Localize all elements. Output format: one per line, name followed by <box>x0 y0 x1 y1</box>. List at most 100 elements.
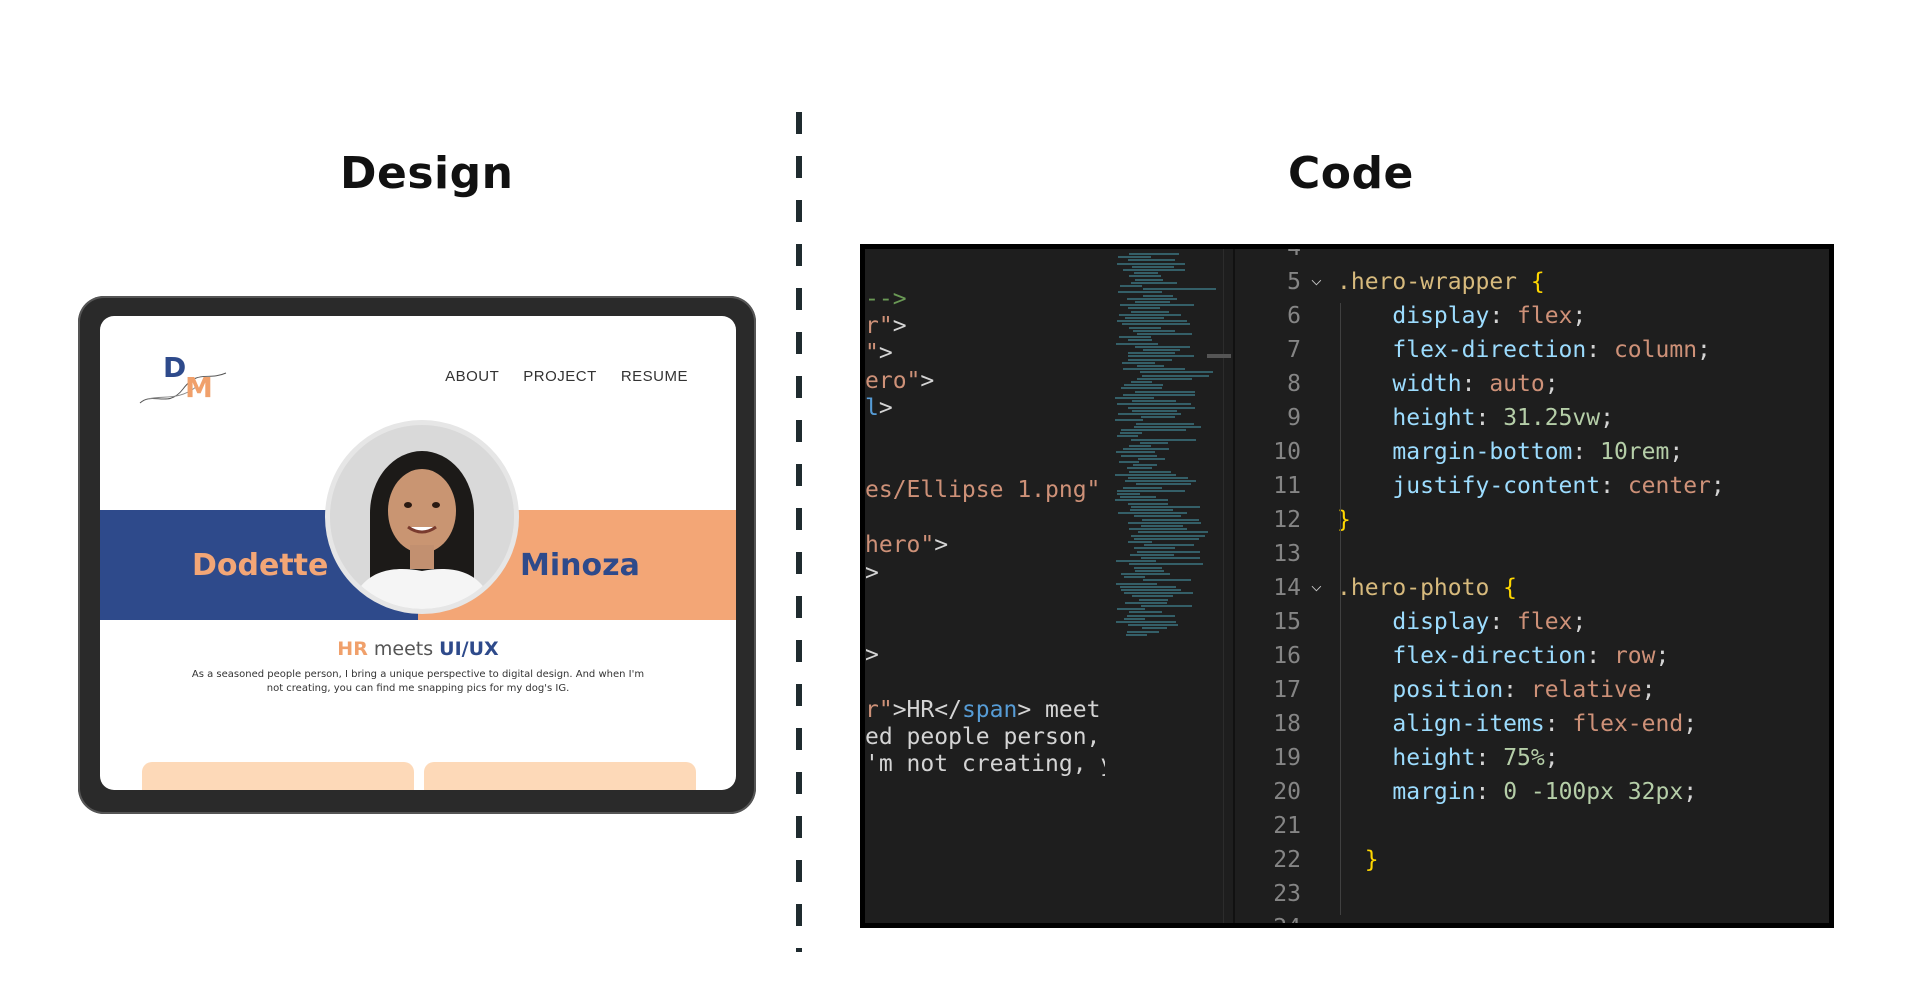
design-heading: Design <box>340 148 514 199</box>
profile-photo <box>325 420 519 614</box>
code-token: display <box>1337 303 1490 329</box>
code-token: > <box>878 395 893 421</box>
html-editor-pane[interactable]: --> r"> "> ero"> l> es/Ellipse 1.png" hero"> > >… <box>865 249 1105 923</box>
minimap-line <box>1143 349 1180 351</box>
code-token: flex-direction <box>1337 643 1587 669</box>
minimap-line <box>1135 390 1195 393</box>
minimap-line <box>1137 550 1200 553</box>
dm-logo[interactable]: D M <box>138 351 228 411</box>
minimap-line <box>1118 512 1187 515</box>
line-number: 22 <box>1273 847 1301 873</box>
logo-letter-m: M <box>185 371 213 404</box>
code-text: height: 31.25vw; <box>1337 405 1614 431</box>
code-token: > <box>865 560 879 586</box>
minimap-line <box>1129 275 1161 278</box>
code-token: ; <box>1572 609 1587 635</box>
line-number: 16 <box>1273 643 1301 669</box>
minimap-line <box>1142 627 1167 630</box>
code-token: : <box>1586 337 1614 363</box>
code-token: column <box>1613 337 1698 363</box>
html-code-line[interactable]: ero"> <box>865 368 934 394</box>
code-text: .hero-wrapper { <box>1337 269 1545 295</box>
code-heading: Code <box>1288 148 1414 199</box>
minimap-line <box>1128 541 1152 543</box>
minimap-line <box>1115 499 1168 502</box>
code-token: 10rem <box>1600 439 1670 465</box>
minimap-line <box>1128 502 1168 505</box>
minimap-line <box>1129 528 1187 531</box>
code-token: ; <box>1572 303 1587 329</box>
code-token: ; <box>1655 643 1670 669</box>
html-code-line[interactable]: ed people person, <box>865 724 1100 750</box>
pane-divider[interactable] <box>1233 249 1235 923</box>
fold-chevron-icon[interactable]: ⌵ <box>1311 575 1322 596</box>
code-token: : <box>1475 745 1504 771</box>
portrait-illustration <box>330 425 514 609</box>
nav-project[interactable]: PROJECT <box>523 368 597 385</box>
line-number: 21 <box>1273 813 1301 839</box>
code-token: > <box>934 532 949 558</box>
code-token: > <box>865 642 879 668</box>
minimap-line <box>1131 534 1205 537</box>
tagline-meets: meets <box>367 638 440 660</box>
code-token: : <box>1544 711 1573 737</box>
minimap-line <box>1136 483 1191 486</box>
code-token: : <box>1461 371 1490 397</box>
code-token: .hero-photo <box>1337 575 1504 601</box>
code-text: display: flex; <box>1337 303 1586 329</box>
html-code-line[interactable]: hero"> <box>865 532 948 558</box>
code-token: 31.25vw <box>1503 405 1601 431</box>
code-token: > meet <box>1017 697 1101 723</box>
nav-resume[interactable]: RESUME <box>621 368 688 385</box>
code-token: relative <box>1530 677 1642 703</box>
minimap-line <box>1129 470 1171 473</box>
minimap-line <box>1116 451 1155 454</box>
minimap-line <box>1139 598 1168 601</box>
minimap-line <box>1123 269 1185 271</box>
code-token: flex <box>1517 609 1573 635</box>
html-code-line[interactable]: r"> <box>865 313 907 339</box>
indent-guide <box>1340 609 1341 915</box>
html-code-line[interactable]: r">HR</span> meet <box>865 697 1100 723</box>
minimap-line <box>1135 278 1163 281</box>
minimap-line <box>1138 531 1208 534</box>
code-token: ; <box>1697 337 1711 363</box>
html-code-line[interactable]: --> <box>865 286 907 312</box>
minimap-line <box>1137 377 1192 380</box>
line-number: 10 <box>1273 439 1301 465</box>
code-text: justify-content: center; <box>1337 473 1724 499</box>
tablet-mockup: D M ABOUT PROJECT RESUME Dodette Minoza <box>78 296 756 814</box>
minimap-line <box>1117 435 1138 438</box>
minimap-line <box>1143 288 1216 291</box>
scrollbar-thumb[interactable] <box>1207 354 1231 358</box>
minimap-line <box>1143 294 1173 297</box>
top-nav: ABOUT PROJECT RESUME <box>445 368 688 385</box>
nav-about[interactable]: ABOUT <box>445 368 499 385</box>
line-number: 15 <box>1273 609 1301 635</box>
html-code-line[interactable]: 'm not creating, y <box>865 751 1105 777</box>
fold-chevron-icon[interactable]: ⌵ <box>1311 269 1322 290</box>
minimap-line <box>1128 624 1178 627</box>
minimap-line <box>1121 387 1162 390</box>
html-code-line[interactable]: > <box>865 560 879 586</box>
html-code-line[interactable]: l> <box>865 395 893 421</box>
minimap[interactable] <box>1115 249 1216 649</box>
minimap-line <box>1131 381 1152 383</box>
html-code-line[interactable]: > <box>865 642 879 668</box>
minimap-line <box>1128 307 1160 310</box>
line-number: 23 <box>1273 881 1301 907</box>
html-code-line[interactable]: es/Ellipse 1.png" <box>865 477 1100 503</box>
code-token: } <box>1337 847 1379 873</box>
css-editor-pane[interactable]: 4 5 ⌵ .hero-wrapper {6 display: flex; 7 flex… <box>1237 249 1829 923</box>
project-card[interactable] <box>142 762 414 790</box>
code-token: display <box>1337 609 1490 635</box>
code-text: flex-direction: column; <box>1337 337 1711 363</box>
hero-first-name: Dodette <box>192 548 329 583</box>
minimap-line <box>1119 461 1139 463</box>
code-text: align-items: flex-end; <box>1337 711 1697 737</box>
minimap-line <box>1136 422 1194 425</box>
minimap-line <box>1123 448 1169 451</box>
html-code-line[interactable]: "> <box>865 340 893 366</box>
code-token: ero" <box>865 368 921 394</box>
project-card[interactable] <box>424 762 696 790</box>
